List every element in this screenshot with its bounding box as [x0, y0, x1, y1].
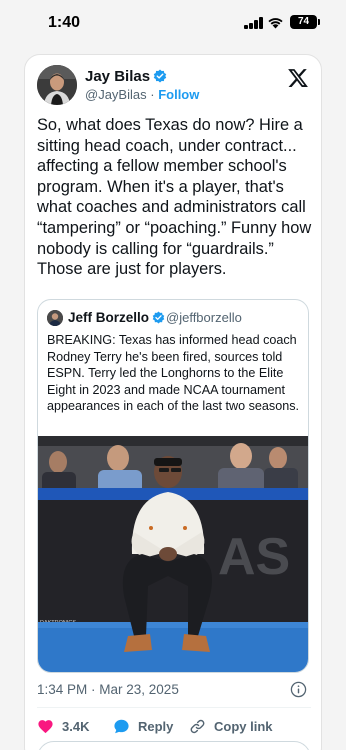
svg-text:AS: AS	[218, 528, 290, 586]
wifi-icon	[268, 18, 283, 29]
quoted-author-name-row: Jeff Borzello	[68, 310, 165, 325]
read-replies-button[interactable]: Read 386 replies	[37, 741, 311, 750]
status-bar: 1:40 74	[0, 0, 346, 44]
author-name-row[interactable]: Jay Bilas	[85, 68, 167, 85]
copy-link-button[interactable]: Copy link	[189, 715, 273, 737]
battery-tip	[318, 19, 320, 25]
x-logo-icon[interactable]	[287, 67, 309, 89]
author-avatar[interactable]	[37, 65, 77, 105]
verified-badge-icon	[152, 311, 165, 324]
reply-bubble-icon	[114, 719, 129, 733]
link-icon	[190, 719, 205, 733]
verified-badge-icon	[153, 69, 167, 83]
quoted-author-avatar	[47, 310, 63, 326]
quoted-tweet[interactable]: Jeff Borzello @jeffborzello BREAKING: Te…	[37, 299, 309, 673]
author-name[interactable]: Jay Bilas	[85, 68, 150, 85]
copy-link-label: Copy link	[214, 718, 273, 734]
tweet-text: So, what does Texas do now? Hire a sitti…	[37, 116, 312, 279]
quoted-tweet-photo[interactable]: AS DAKTRONICS	[38, 436, 309, 673]
tweet-timestamp[interactable]: 1:34 PM · Mar 23, 2025	[37, 682, 179, 697]
like-count: 3.4K	[62, 718, 90, 734]
divider	[37, 707, 311, 708]
follow-button[interactable]: Follow	[158, 87, 199, 102]
heart-icon	[38, 719, 53, 733]
tweet-actions: 3.4K Reply Copy link	[37, 715, 311, 737]
handle-separator: ·	[150, 87, 155, 102]
quoted-author-handle: @jeffborzello	[166, 310, 242, 325]
reply-label: Reply	[138, 718, 174, 734]
author-handle-row: @JayBilas · Follow	[85, 87, 199, 102]
cellular-signal-icon	[244, 17, 263, 29]
info-icon[interactable]	[290, 681, 307, 698]
battery-indicator: 74	[290, 15, 317, 29]
quoted-tweet-text: BREAKING: Texas has informed head coach …	[47, 333, 300, 414]
tweet-card: Jay Bilas @JayBilas · Follow So, what do…	[24, 54, 322, 750]
like-button[interactable]: 3.4K	[37, 715, 89, 737]
quoted-author-name: Jeff Borzello	[68, 310, 150, 325]
reply-button[interactable]: Reply	[113, 715, 173, 737]
author-handle[interactable]: @JayBilas	[85, 87, 147, 102]
status-time: 1:40	[48, 14, 81, 31]
